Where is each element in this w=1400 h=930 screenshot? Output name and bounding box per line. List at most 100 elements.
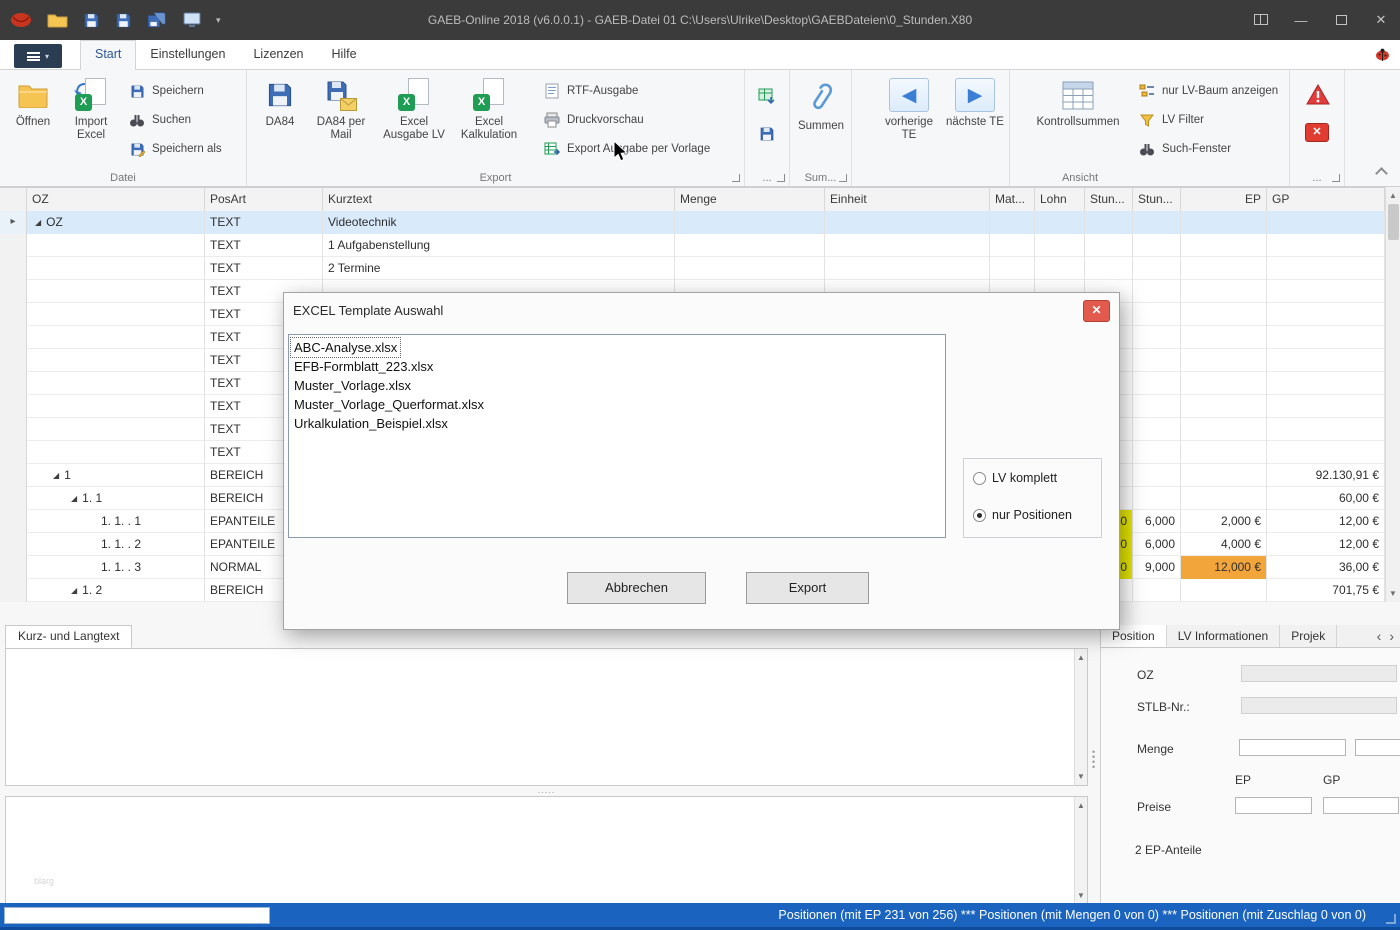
minimize-button[interactable]: — <box>1292 13 1310 28</box>
grid-cell-oz[interactable] <box>27 280 205 303</box>
lv-baum-button[interactable]: nur LV-Baum anzeigen <box>1138 79 1278 103</box>
dialog-close-button[interactable]: ✕ <box>1083 300 1110 322</box>
grid-cell-ep[interactable] <box>1181 372 1267 395</box>
grid-cell-ep[interactable] <box>1181 234 1267 257</box>
langtext-scrollbar[interactable]: ▲ ▼ <box>1074 797 1087 904</box>
grid-cell-oz[interactable] <box>27 326 205 349</box>
grid-cell-stun1[interactable] <box>1085 211 1133 234</box>
scroll-up-icon[interactable]: ▲ <box>1075 650 1087 665</box>
grid-cell-stun2[interactable] <box>1133 579 1181 602</box>
export-device-icon[interactable] <box>183 12 201 28</box>
ep-input[interactable] <box>1235 797 1312 814</box>
grid-cell-lohn[interactable] <box>1035 257 1085 280</box>
row-marker[interactable] <box>0 464 27 487</box>
tab-einstellungen[interactable]: Einstellungen <box>136 40 239 70</box>
da84-per-mail-button[interactable]: DA84 per Mail <box>309 76 373 142</box>
grid-cell-mat[interactable] <box>990 234 1035 257</box>
bug-report-icon[interactable] <box>1375 48 1390 61</box>
row-marker[interactable] <box>0 510 27 533</box>
grid-cell-posart[interactable]: TEXT <box>205 234 323 257</box>
save-as-icon[interactable] <box>115 12 132 29</box>
grid-cell-einheit[interactable] <box>825 234 990 257</box>
grid-cell-gp[interactable]: 12,00 € <box>1267 510 1385 533</box>
scroll-down-icon[interactable]: ▼ <box>1075 888 1087 903</box>
maximize-button[interactable] <box>1332 13 1350 28</box>
lv-filter-button[interactable]: LV Filter <box>1138 108 1204 132</box>
text-splitter[interactable]: ..... <box>5 786 1088 796</box>
template-list[interactable]: ABC-Analyse.xlsxEFB-Formblatt_223.xlsxMu… <box>288 334 946 538</box>
tabs-scroll-left-icon[interactable]: ‹ <box>1377 628 1382 644</box>
template-list-item[interactable]: Muster_Vorlage_Querformat.xlsx <box>291 395 943 414</box>
grid-cell-ep[interactable]: 4,000 € <box>1181 533 1267 556</box>
tab-start[interactable]: Start <box>80 40 136 71</box>
grid-cell-menge[interactable] <box>675 211 825 234</box>
grid-cell-stun2[interactable] <box>1133 211 1181 234</box>
tabs-scroll-right-icon[interactable]: › <box>1389 628 1394 644</box>
oeffnen-button[interactable]: Öffnen <box>6 76 60 129</box>
grid-cell-posart[interactable]: TEXT <box>205 257 323 280</box>
app-menu-button[interactable]: ▾ <box>14 44 62 68</box>
grid-cell-stun2[interactable]: 6,000 <box>1133 510 1181 533</box>
oz-input[interactable] <box>1241 665 1397 682</box>
grid-cell-oz[interactable]: ◢OZ <box>27 211 205 234</box>
grid-cell-gp[interactable]: 60,00 € <box>1267 487 1385 510</box>
save-icon[interactable] <box>83 12 100 29</box>
grid-cell-lohn[interactable] <box>1035 234 1085 257</box>
grid-cell-gp[interactable]: 12,00 € <box>1267 533 1385 556</box>
tab-projekt[interactable]: Projek <box>1280 625 1337 647</box>
grid-cell-ep[interactable] <box>1181 349 1267 372</box>
grid-cell-stun1[interactable] <box>1085 234 1133 257</box>
excel-ausgabe-lv-button[interactable]: X Excel Ausgabe LV <box>381 76 447 142</box>
rtf-ausgabe-button[interactable]: RTF-Ausgabe <box>543 79 638 103</box>
column-header-ep[interactable]: EP <box>1181 188 1267 212</box>
grid-cell-ep[interactable]: 12,000 € <box>1181 556 1267 579</box>
grid-cell-oz[interactable] <box>27 349 205 372</box>
speichern-als-button[interactable]: Speichern als <box>128 137 222 161</box>
column-header-oz[interactable]: OZ <box>27 188 205 212</box>
grid-cell-oz[interactable] <box>27 257 205 280</box>
table-row[interactable]: TEXT1 Aufgabenstellung <box>0 234 1385 257</box>
grid-cell-ep[interactable] <box>1181 418 1267 441</box>
row-marker[interactable] <box>0 326 27 349</box>
grid-cell-mat[interactable] <box>990 257 1035 280</box>
row-marker[interactable] <box>0 441 27 464</box>
grid-cell-ep[interactable] <box>1181 579 1267 602</box>
column-header-lohn[interactable]: Lohn <box>1035 188 1085 212</box>
grid-cell-stun2[interactable]: 9,000 <box>1133 556 1181 579</box>
grid-cell-ep[interactable]: 2,000 € <box>1181 510 1267 533</box>
grid-cell-gp[interactable] <box>1267 395 1385 418</box>
row-marker[interactable]: ▸ <box>0 211 27 234</box>
grid-cell-kurztext[interactable]: 1 Aufgabenstellung <box>323 234 675 257</box>
grid-cell-oz[interactable]: ◢1 <box>27 464 205 487</box>
close-file-button[interactable]: ✕ <box>1305 120 1329 144</box>
grid-cell-menge[interactable] <box>675 234 825 257</box>
export-button[interactable]: Export <box>746 572 869 604</box>
grid-cell-menge[interactable] <box>675 257 825 280</box>
panes-toggle-icon[interactable] <box>1252 13 1270 28</box>
column-header-mat[interactable]: Mat... <box>990 188 1035 212</box>
grid-cell-oz[interactable] <box>27 418 205 441</box>
scroll-down-icon[interactable]: ▼ <box>1386 586 1400 601</box>
template-list-item[interactable]: EFB-Formblatt_223.xlsx <box>291 357 943 376</box>
grid-cell-oz[interactable] <box>27 441 205 464</box>
excel-export-small-button[interactable] <box>757 84 775 108</box>
template-list-item[interactable]: Urkalkulation_Beispiel.xlsx <box>291 414 943 433</box>
grid-cell-gp[interactable]: 36,00 € <box>1267 556 1385 579</box>
radio-nur-positionen[interactable]: nur Positionen <box>973 508 1072 522</box>
grid-cell-stun1[interactable] <box>1085 257 1133 280</box>
close-button[interactable]: ✕ <box>1372 12 1390 28</box>
grid-cell-stun2[interactable] <box>1133 303 1181 326</box>
column-header-einheit[interactable]: Einheit <box>825 188 990 212</box>
tree-expander-icon[interactable]: ◢ <box>71 586 77 595</box>
tab-hilfe[interactable]: Hilfe <box>318 40 371 70</box>
tree-expander-icon[interactable]: ◢ <box>71 494 77 503</box>
grid-cell-gp[interactable] <box>1267 280 1385 303</box>
row-marker[interactable] <box>0 372 27 395</box>
langtext-area[interactable]: ▲ ▼ blarg <box>5 796 1088 905</box>
row-marker[interactable] <box>0 556 27 579</box>
radio-lv-komplett[interactable]: LV komplett <box>973 471 1057 485</box>
grid-cell-ep[interactable] <box>1181 257 1267 280</box>
grid-cell-ep[interactable] <box>1181 487 1267 510</box>
row-marker[interactable] <box>0 579 27 602</box>
grid-cell-ep[interactable] <box>1181 441 1267 464</box>
